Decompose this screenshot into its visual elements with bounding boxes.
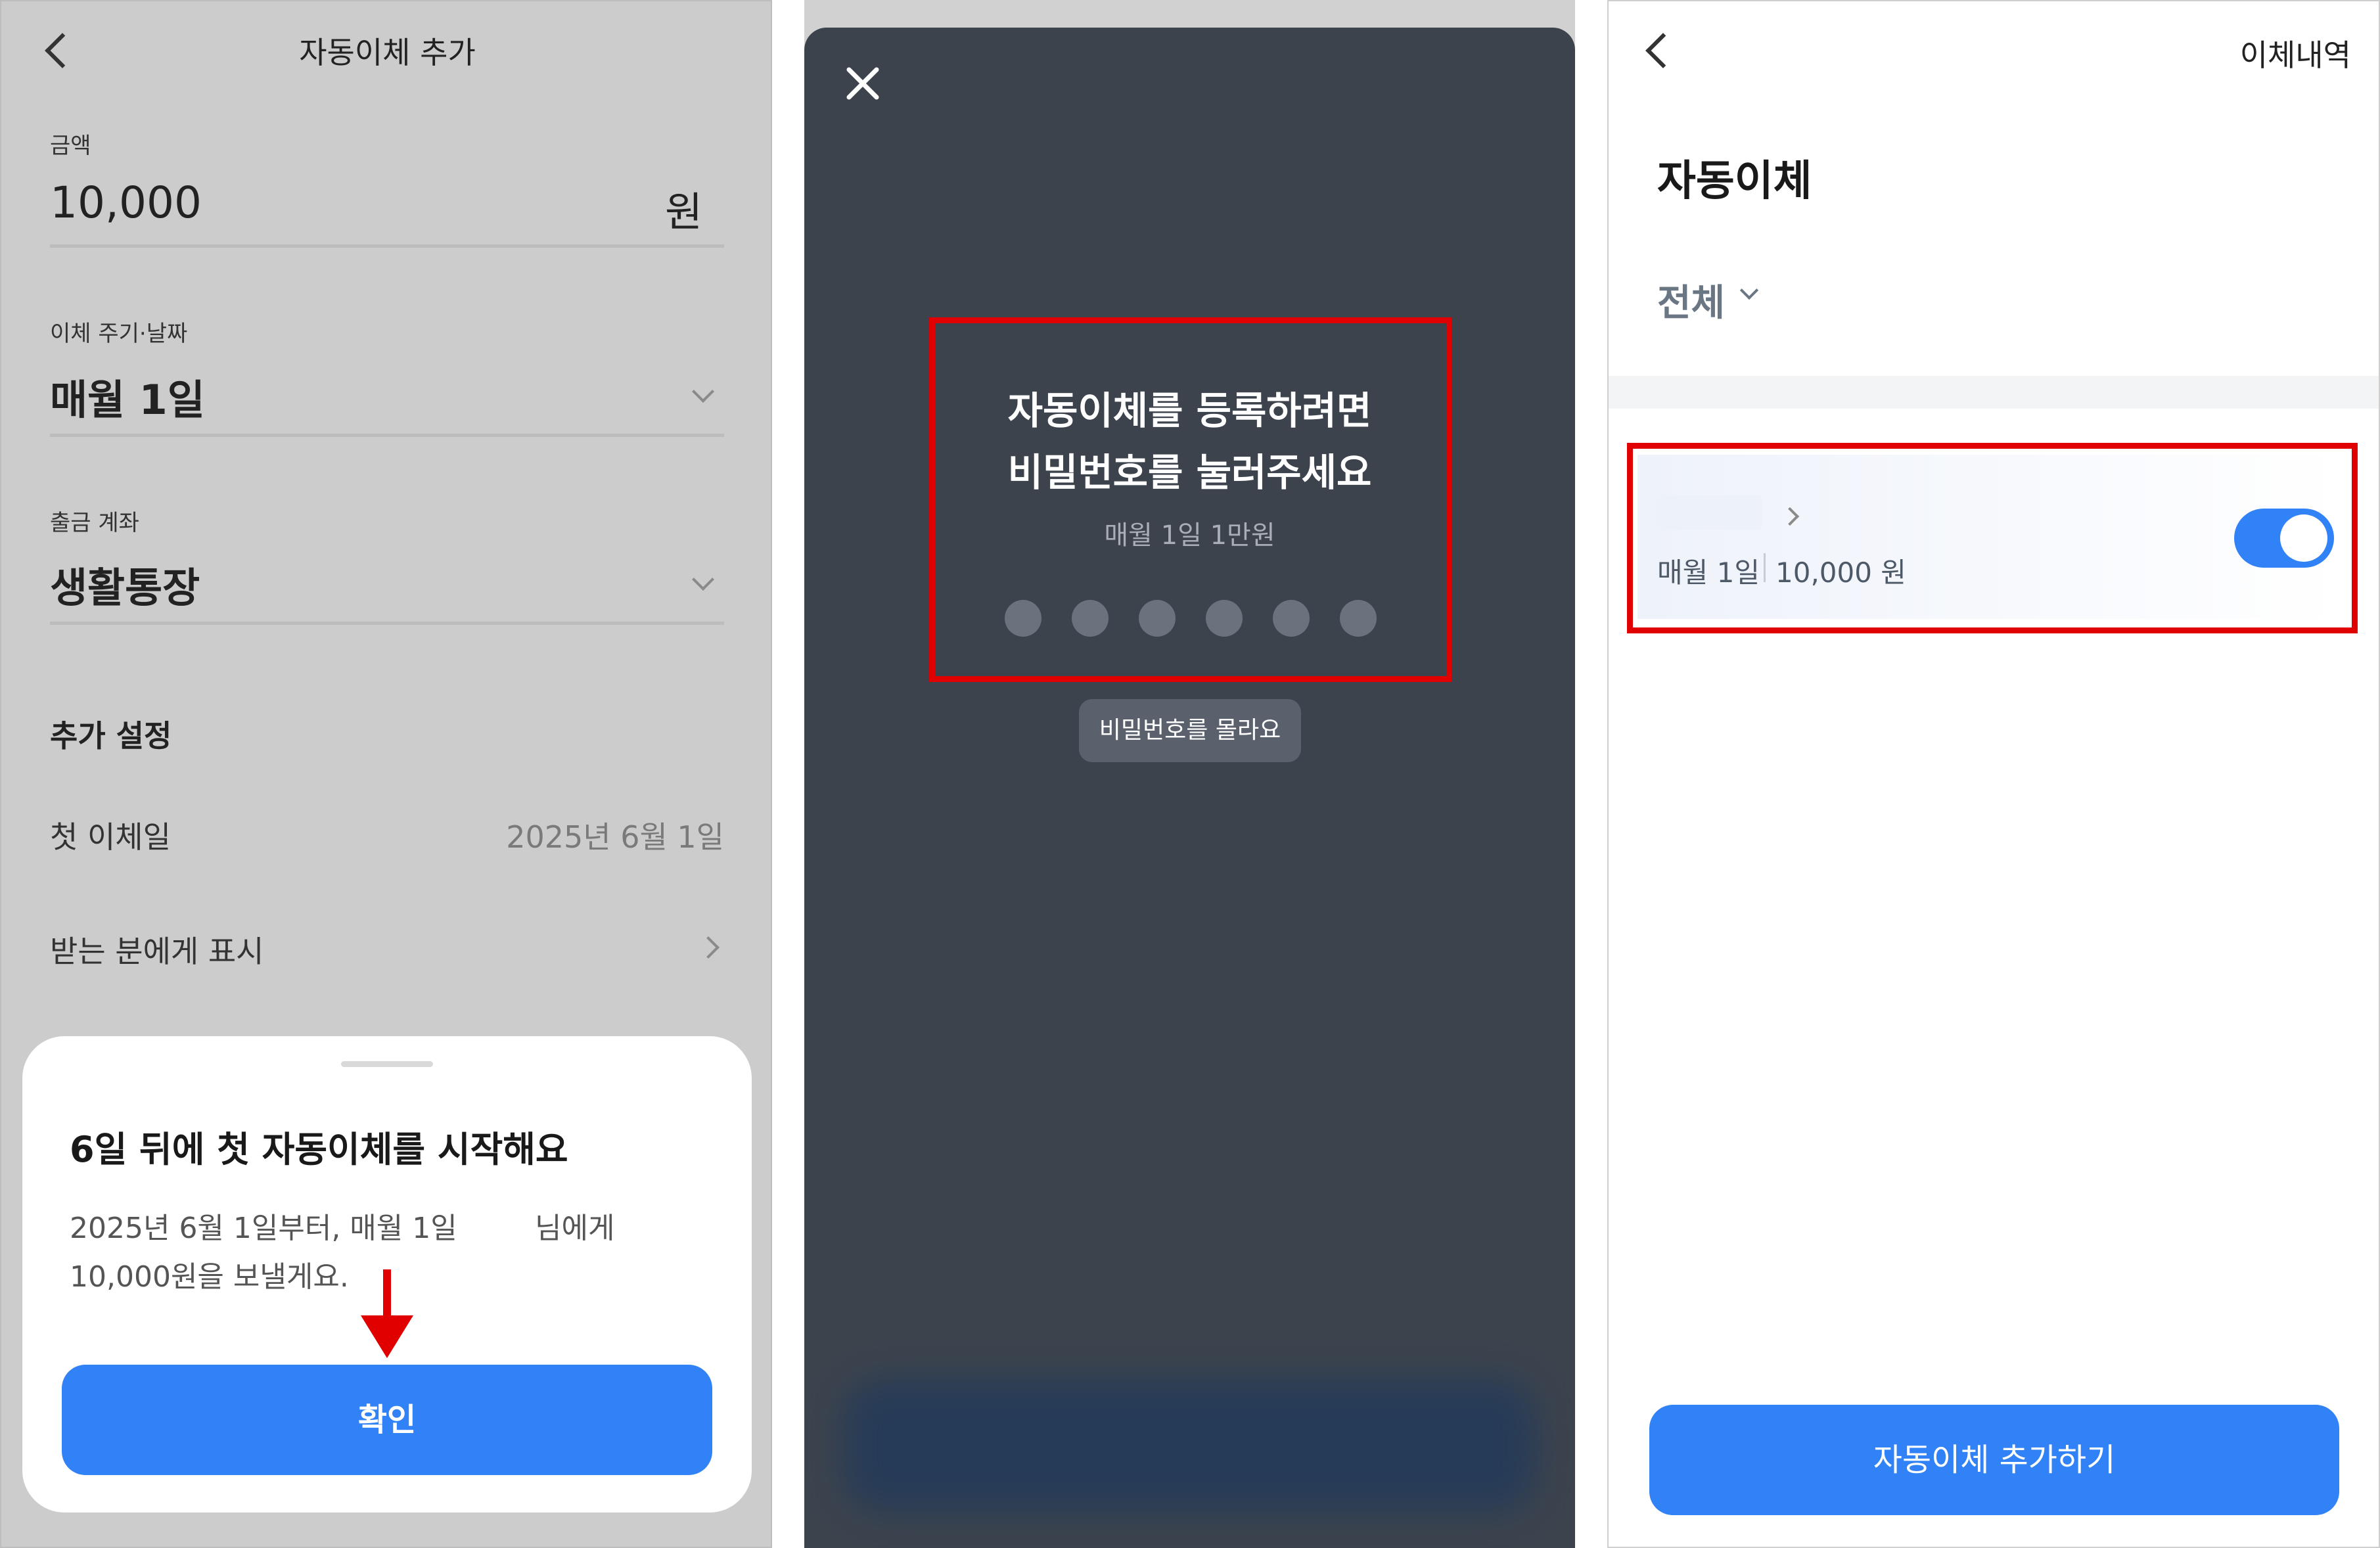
- account-select[interactable]: 생활통장: [50, 555, 200, 614]
- highlight-box: [929, 317, 1452, 682]
- password-modal: [804, 28, 1575, 1548]
- sheet-message-recipient: 님에게: [535, 1212, 615, 1245]
- account-underline: [50, 622, 724, 625]
- page-title: 자동이체: [1657, 157, 1812, 206]
- transfer-history-link[interactable]: 이체내역: [2200, 32, 2351, 75]
- extra-settings-heading: 추가 설정: [50, 718, 172, 754]
- chevron-down-icon[interactable]: [1739, 281, 1759, 300]
- chevron-down-icon[interactable]: [692, 568, 714, 591]
- sheet-title: 6일 뒤에 첫 자동이체를 시작해요: [70, 1129, 568, 1170]
- amount-label: 금액: [50, 133, 91, 159]
- back-chevron-icon[interactable]: [1645, 33, 1681, 68]
- confirm-bottom-sheet: 6일 뒤에 첫 자동이체를 시작해요 2025년 6월 1일부터, 매월 1일 …: [22, 1036, 752, 1513]
- red-arrow-annotation: [361, 1269, 413, 1358]
- close-icon[interactable]: [845, 66, 881, 101]
- chevron-down-icon[interactable]: [692, 380, 714, 403]
- first-date-value[interactable]: 2025년 6월 1일: [488, 813, 724, 857]
- sheet-message-line2: 10,000원을 보낼게요.: [70, 1260, 349, 1294]
- filter-dropdown[interactable]: 전체: [1657, 273, 1725, 327]
- cycle-select[interactable]: 매월 1일: [50, 367, 205, 426]
- amount-unit: 원: [665, 188, 703, 236]
- forgot-password-button[interactable]: 비밀번호를 몰라요: [1079, 699, 1301, 762]
- chevron-right-icon[interactable]: [697, 936, 720, 959]
- panel-add-auto-transfer: 자동이체 추가 금액 10,000 원 이체 주기·날짜 매월 1일 출금 계좌…: [0, 0, 772, 1548]
- cycle-underline: [50, 434, 724, 437]
- sheet-message-line1: 2025년 6월 1일부터, 매월 1일: [70, 1212, 457, 1245]
- confirm-button[interactable]: 확인: [62, 1365, 712, 1475]
- blurred-button: [844, 1380, 1536, 1511]
- amount-underline: [50, 244, 724, 248]
- display-to-recipient-label[interactable]: 받는 분에게 표시: [50, 928, 263, 971]
- page-title: 자동이체 추가: [299, 35, 476, 70]
- highlight-box: [1627, 443, 2358, 633]
- amount-input[interactable]: 10,000: [50, 177, 202, 228]
- section-divider: [1609, 376, 2379, 409]
- cycle-label: 이체 주기·날짜: [50, 321, 188, 347]
- first-date-label: 첫 이체일: [50, 819, 171, 855]
- add-auto-transfer-button[interactable]: 자동이체 추가하기: [1649, 1405, 2339, 1515]
- panel-auto-transfer-list: 이체내역 자동이체 전체 매월 1일 10,000 원 자동이체 추가하기: [1607, 0, 2380, 1548]
- sheet-handle[interactable]: [341, 1061, 433, 1067]
- account-label: 출금 계좌: [50, 510, 139, 536]
- panel-password-entry: 자동이체를 등록하려면 비밀번호를 눌러주세요 매월 1일 1만원 비밀번호를 …: [804, 0, 1575, 1548]
